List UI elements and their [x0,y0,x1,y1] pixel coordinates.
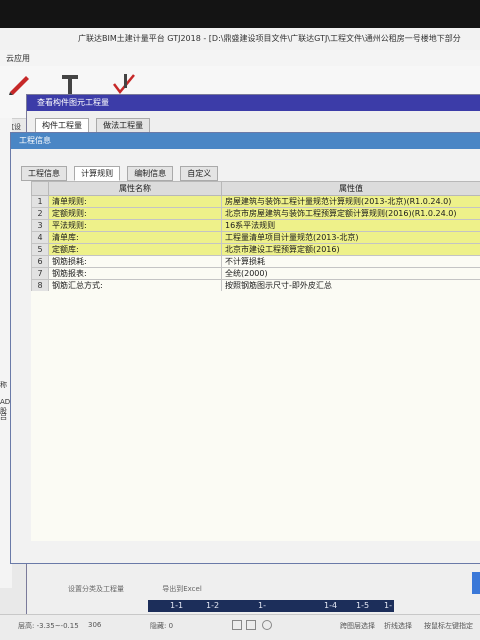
coord-status: 306 [88,621,102,629]
export-excel-link[interactable]: 导出到Excel [162,585,202,593]
app-window: 广联达BIM土建计量平台 GTJ2018 - [D:\鼎盛建设项目文件\广联达G… [0,28,480,640]
property-name-cell[interactable]: 定额库: [48,243,222,256]
property-value-cell[interactable]: 按照钢筋图示尺寸-即外皮汇总 [221,279,480,292]
tab-calc-rules[interactable]: 计算规则 [74,166,121,181]
circle-icon[interactable] [262,620,272,630]
pen-icon[interactable] [6,72,34,96]
property-name-cell[interactable]: 钢筋损耗: [48,255,222,268]
axis-label: 1-5 [356,601,370,610]
property-name-cell[interactable]: 清单规则: [48,195,222,208]
left-panel-fragment: 吕 [0,413,7,421]
calc-rules-table: 属性名称 属性值 1 清单规则: 房屋建筑与装饰工程计量规范计算规则(2013-北京… [31,181,480,292]
property-value-cell[interactable]: 不计算损耗 [221,255,480,268]
axis-label: 1-1 [170,601,184,610]
axis-label: 1- [384,601,392,610]
property-value-cell[interactable]: 北京市房屋建筑与装饰工程预算定额计算规则(2016)(R1.0.24.0) [221,207,480,220]
table-row[interactable]: 7 钢筋报表: 全统(2000) [31,267,480,280]
property-value-cell[interactable]: 工程量清单项目计量规范(2013-北京) [221,231,480,244]
set-category-link[interactable]: 设置分类及工程量 [68,585,124,593]
table-row[interactable]: 2 定额规则: 北京市房屋建筑与装饰工程预算定额计算规则(2016)(R1.0.24… [31,207,480,220]
mouse-left-specify-button[interactable]: 按鼠标左键指定 [424,621,473,631]
tab-component-quantity[interactable]: 构件工程量 [35,118,89,133]
property-name-cell[interactable]: 平法规则: [48,219,222,232]
tab-custom[interactable]: 自定义 [180,166,219,181]
row-number: 2 [31,207,49,220]
confirm-button[interactable] [472,572,480,594]
axis-label: 1-4 [324,601,338,610]
tab-compile-info[interactable]: 编制信息 [127,166,174,181]
column-header-property-name: 属性名称 [48,181,222,196]
window-title: 广联达BIM土建计量平台 GTJ2018 - [D:\鼎盛建设项目文件\广联达G… [78,34,461,43]
row-number: 5 [31,243,49,256]
table-row[interactable]: 1 清单规则: 房屋建筑与装饰工程计量规范计算规则(2013-北京)(R1.0.24… [31,195,480,208]
row-number: 3 [31,219,49,232]
dialog-tabs: 构件工程量 做法工程量 [35,113,152,133]
table-row[interactable]: 4 清单库: 工程量清单项目计量规范(2013-北京) [31,231,480,244]
row-number: 1 [31,195,49,208]
axis-label: 1- [258,601,266,610]
tab-method-quantity[interactable]: 做法工程量 [96,118,151,133]
row-number: 4 [31,231,49,244]
dialog-title: 工程信息 [11,133,480,149]
square-icon[interactable] [246,620,256,630]
project-info-dialog: 工程信息 工程信息 计算规则 编制信息 自定义 属性名称 属性值 1 清单规则: 房… [10,132,480,564]
property-name-cell[interactable]: 定额规则: [48,207,222,220]
menu-bar: 云应用 [0,50,480,67]
status-bar: 层高: -3.35~-0.15 306 隐藏: 0 跨图层选择 折线选择 按鼠标… [0,614,480,640]
floor-height-status: 层高: -3.35~-0.15 [18,622,79,630]
property-name-cell[interactable]: 钢筋报表: [48,267,222,280]
property-value-cell[interactable]: 北京市建设工程预算定额(2016) [221,243,480,256]
row-number: 8 [31,279,49,292]
project-info-tabs: 工程信息 计算规则 编制信息 自定义 [21,161,220,181]
dialog-title: 查看构件图元工程量 [27,95,480,111]
axis-label: 1-2 [206,601,220,610]
column-tool-icon[interactable] [56,72,84,96]
property-name-cell[interactable]: 钢筋汇总方式: [48,279,222,292]
menu-item-cloud[interactable]: 云应用 [6,53,30,64]
check-tool-icon[interactable] [110,72,138,96]
table-row[interactable]: 5 定额库: 北京市建设工程预算定额(2016) [31,243,480,256]
property-name-cell[interactable]: 清单库: [48,231,222,244]
table-row[interactable]: 8 钢筋汇总方式: 按照钢筋图示尺寸-即外皮汇总 [31,279,480,292]
window-title-bar: 广联达BIM土建计量平台 GTJ2018 - [D:\鼎盛建设项目文件\广联达G… [0,28,480,50]
table-empty-area [31,291,480,541]
table-header-row: 属性名称 属性值 [31,181,480,196]
left-panel-fragment: 称 [0,381,7,389]
polyline-select-button[interactable]: 折线选择 [384,621,412,631]
column-header-property-value: 属性值 [221,181,480,196]
row-number: 7 [31,267,49,280]
property-value-cell[interactable]: 房屋建筑与装饰工程计量规范计算规则(2013-北京)(R1.0.24.0) [221,195,480,208]
table-row[interactable]: 3 平法规则: 16系平法规则 [31,219,480,232]
tab-project-info[interactable]: 工程信息 [21,166,67,181]
table-row[interactable]: 6 钢筋损耗: 不计算损耗 [31,255,480,268]
dialog-bottom-links: 设置分类及工程量 导出到Excel [68,584,238,594]
property-value-cell[interactable]: 全统(2000) [221,267,480,280]
row-number-header [31,181,49,196]
square-icon[interactable] [232,620,242,630]
property-value-cell[interactable]: 16系平法规则 [221,219,480,232]
hidden-count-status: 隐藏: 0 [150,622,174,630]
cross-layer-select-button[interactable]: 跨图层选择 [340,621,375,631]
axis-strip: 1-1 1-2 1- 1-4 1-5 1- [148,600,394,612]
row-number: 6 [31,255,49,268]
